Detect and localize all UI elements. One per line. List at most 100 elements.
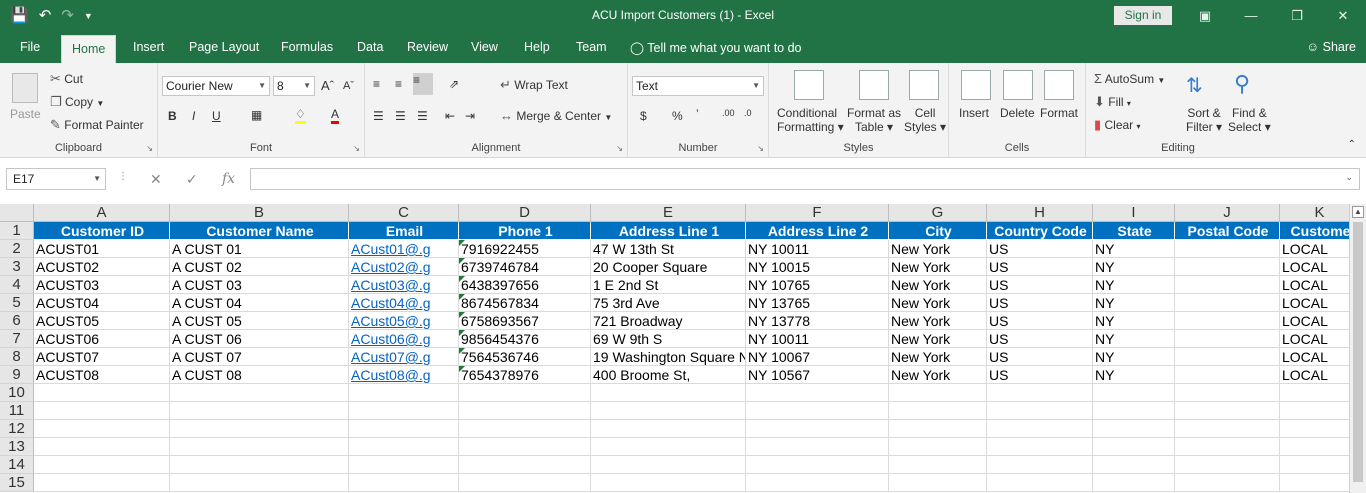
font-size-select[interactable]: 8 ▼ bbox=[273, 76, 315, 96]
sign-in-button[interactable]: Sign in bbox=[1114, 6, 1172, 25]
empty-cell[interactable] bbox=[746, 384, 889, 402]
data-cell[interactable]: NY bbox=[1093, 294, 1175, 312]
data-cell[interactable]: A CUST 06 bbox=[170, 330, 349, 348]
empty-cell[interactable] bbox=[1175, 402, 1280, 420]
data-cell[interactable]: NY 10567 bbox=[746, 366, 889, 384]
italic-icon[interactable]: I bbox=[192, 109, 195, 123]
data-cell[interactable]: NY bbox=[1093, 312, 1175, 330]
tab-file[interactable]: File bbox=[20, 40, 40, 54]
data-cell[interactable]: US bbox=[987, 348, 1093, 366]
percent-icon[interactable]: % bbox=[672, 109, 683, 123]
data-cell[interactable]: ACUST07 bbox=[34, 348, 170, 366]
number-format-select[interactable]: Text ▼ bbox=[632, 76, 764, 96]
empty-cell[interactable] bbox=[170, 402, 349, 420]
row-header-12[interactable]: 12 bbox=[0, 420, 34, 438]
empty-cell[interactable] bbox=[170, 456, 349, 474]
data-cell[interactable]: US bbox=[987, 366, 1093, 384]
empty-cell[interactable] bbox=[459, 438, 591, 456]
close-icon[interactable]: ✕ bbox=[1320, 0, 1366, 33]
empty-cell[interactable] bbox=[889, 438, 987, 456]
empty-cell[interactable] bbox=[349, 384, 459, 402]
find-select-button[interactable]: Find & Select ▾ bbox=[1228, 106, 1271, 134]
top-align-icon[interactable]: ≡ bbox=[373, 77, 380, 91]
empty-cell[interactable] bbox=[591, 474, 746, 492]
column-header-g[interactable]: G bbox=[889, 204, 987, 222]
format-as-table-button[interactable]: Format as Table ▾ bbox=[847, 106, 901, 134]
empty-cell[interactable] bbox=[1093, 438, 1175, 456]
row-header-7[interactable]: 7 bbox=[0, 330, 34, 348]
select-all-corner[interactable] bbox=[0, 204, 34, 222]
data-cell[interactable]: ACust02@.g bbox=[349, 258, 459, 276]
column-header-a[interactable]: A bbox=[34, 204, 170, 222]
share-button[interactable]: ☺ Share bbox=[1306, 40, 1356, 54]
font-launcher-icon[interactable]: ↘ bbox=[353, 144, 360, 153]
data-cell[interactable]: NY 10011 bbox=[746, 330, 889, 348]
empty-cell[interactable] bbox=[34, 474, 170, 492]
tell-me-search[interactable]: ◯ Tell me what you want to do bbox=[630, 40, 802, 55]
data-cell[interactable]: A CUST 03 bbox=[170, 276, 349, 294]
align-right-icon[interactable]: ☰ bbox=[417, 109, 428, 123]
tab-team[interactable]: Team bbox=[576, 40, 607, 54]
data-cell[interactable] bbox=[1175, 276, 1280, 294]
data-cell[interactable] bbox=[1175, 258, 1280, 276]
data-cell[interactable]: NY 10067 bbox=[746, 348, 889, 366]
data-cell[interactable]: NY bbox=[1093, 276, 1175, 294]
data-cell[interactable]: LOCAL bbox=[1280, 330, 1360, 348]
empty-cell[interactable] bbox=[170, 474, 349, 492]
empty-cell[interactable] bbox=[1175, 420, 1280, 438]
data-cell[interactable]: A CUST 02 bbox=[170, 258, 349, 276]
data-cell[interactable]: NY 10011 bbox=[746, 240, 889, 258]
tab-data[interactable]: Data bbox=[357, 40, 383, 54]
empty-cell[interactable] bbox=[1093, 402, 1175, 420]
number-launcher-icon[interactable]: ↘ bbox=[757, 144, 764, 153]
scroll-thumb[interactable] bbox=[1353, 222, 1363, 482]
paste-button[interactable]: Paste bbox=[10, 107, 41, 121]
empty-cell[interactable] bbox=[170, 384, 349, 402]
column-header-i[interactable]: I bbox=[1093, 204, 1175, 222]
data-cell[interactable]: 1 E 2nd St bbox=[591, 276, 746, 294]
currency-icon[interactable]: $ bbox=[640, 109, 647, 123]
data-cell[interactable]: LOCAL bbox=[1280, 348, 1360, 366]
data-cell[interactable] bbox=[1175, 294, 1280, 312]
data-cell[interactable]: NY 13765 bbox=[746, 294, 889, 312]
data-cell[interactable]: 6739746784 bbox=[459, 258, 591, 276]
empty-cell[interactable] bbox=[349, 456, 459, 474]
data-cell[interactable]: New York bbox=[889, 276, 987, 294]
empty-cell[interactable] bbox=[1093, 420, 1175, 438]
empty-cell[interactable] bbox=[1280, 402, 1360, 420]
empty-cell[interactable] bbox=[889, 456, 987, 474]
cell-styles-button[interactable]: Cell Styles ▾ bbox=[904, 106, 946, 134]
empty-cell[interactable] bbox=[987, 384, 1093, 402]
data-cell[interactable]: ACUST03 bbox=[34, 276, 170, 294]
alignment-launcher-icon[interactable]: ↘ bbox=[616, 144, 623, 153]
autosum-button[interactable]: Σ AutoSum ▼ bbox=[1094, 71, 1165, 86]
data-cell[interactable]: New York bbox=[889, 312, 987, 330]
empty-cell[interactable] bbox=[746, 438, 889, 456]
empty-cell[interactable] bbox=[987, 456, 1093, 474]
wrap-text-button[interactable]: ↵ Wrap Text bbox=[500, 77, 568, 93]
cut-button[interactable]: ✂ Cut bbox=[50, 71, 83, 87]
font-name-select[interactable]: Courier New ▼ bbox=[162, 76, 270, 96]
paste-icon[interactable] bbox=[12, 73, 38, 103]
empty-cell[interactable] bbox=[34, 384, 170, 402]
data-cell[interactable]: US bbox=[987, 330, 1093, 348]
empty-cell[interactable] bbox=[987, 474, 1093, 492]
empty-cell[interactable] bbox=[459, 420, 591, 438]
decrease-indent-icon[interactable]: ⇤ bbox=[445, 109, 455, 123]
empty-cell[interactable] bbox=[459, 474, 591, 492]
data-cell[interactable]: ACust06@.g bbox=[349, 330, 459, 348]
data-cell[interactable]: US bbox=[987, 258, 1093, 276]
data-cell[interactable]: New York bbox=[889, 366, 987, 384]
column-header-d[interactable]: D bbox=[459, 204, 591, 222]
data-cell[interactable]: NY bbox=[1093, 348, 1175, 366]
name-box[interactable]: E17 ▼ bbox=[6, 168, 106, 190]
data-cell[interactable]: LOCAL bbox=[1280, 258, 1360, 276]
data-cell[interactable]: ACUST05 bbox=[34, 312, 170, 330]
copy-button[interactable]: ❐ Copy ▼ bbox=[50, 94, 104, 110]
data-cell[interactable]: US bbox=[987, 240, 1093, 258]
expand-formula-icon[interactable]: ⌄ bbox=[1345, 172, 1353, 183]
column-header-b[interactable]: B bbox=[170, 204, 349, 222]
header-cell[interactable]: Customer ID bbox=[34, 222, 170, 240]
format-painter-button[interactable]: ✎ Format Painter bbox=[50, 117, 144, 133]
cancel-icon[interactable]: ✕ bbox=[150, 171, 162, 188]
